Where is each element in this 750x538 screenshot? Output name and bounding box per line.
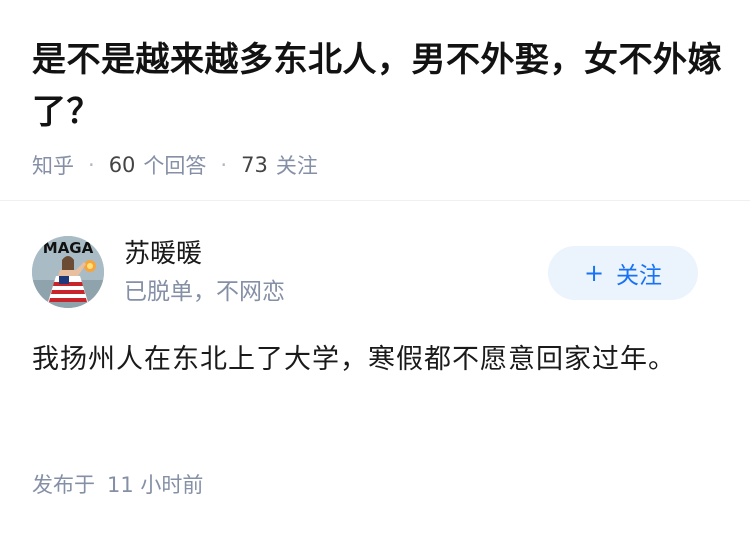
author-bio: 已脱单，不网恋 <box>124 279 285 305</box>
follower-count-label[interactable]: 关注 <box>276 150 318 180</box>
separator-dot: · <box>220 153 228 177</box>
separator-dot: · <box>88 153 95 177</box>
question-meta: 知乎 · 60 个回答 · 73 关注 <box>32 148 722 182</box>
avatar-photo-icon: MAGA <box>32 236 104 308</box>
answer-count: 60 <box>108 153 136 177</box>
avatar[interactable]: MAGA <box>32 236 104 308</box>
published-time: 11 小时前 <box>107 473 204 497</box>
source-label[interactable]: 知乎 <box>32 150 74 180</box>
follow-button-label: 关注 <box>616 263 663 289</box>
author-name[interactable]: 苏暖暖 <box>124 236 202 272</box>
answer-footer: 发布于 11 小时前 <box>32 468 203 502</box>
published-prefix: 发布于 <box>32 473 95 497</box>
question-header: 是不是越来越多东北人，男不外娶，女不外嫁了？ 知乎 · 60 个回答 · 73 … <box>32 34 722 182</box>
question-title[interactable]: 是不是越来越多东北人，男不外娶，女不外嫁了？ <box>32 34 722 138</box>
avatar-text: MAGA <box>43 239 94 257</box>
answer-count-label[interactable]: 个回答 <box>143 150 206 180</box>
answer-content[interactable]: 我扬州人在东北上了大学，寒假都不愿意回家过年。 <box>32 336 692 384</box>
plus-icon: + <box>583 259 605 287</box>
section-divider <box>0 200 750 201</box>
follower-count: 73 <box>241 153 268 177</box>
follow-button[interactable]: + 关注 <box>548 246 698 300</box>
author-row: MAGA 苏暖暖 已脱单，不网恋 + 关注 <box>32 234 698 310</box>
